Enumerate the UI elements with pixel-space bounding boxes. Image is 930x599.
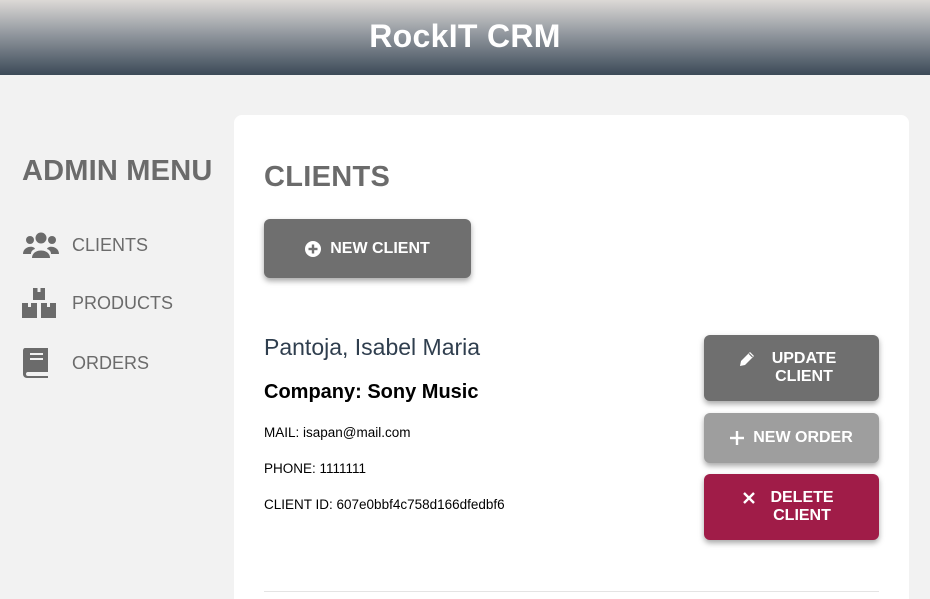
book-icon (22, 348, 60, 378)
delete-client-label: DELETE CLIENT (770, 489, 834, 524)
plus-icon (730, 431, 745, 445)
new-order-button[interactable]: NEW ORDER (704, 413, 879, 463)
sidebar-item-label: PRODUCTS (72, 292, 174, 313)
sidebar-item-orders[interactable]: ORDERS (22, 348, 149, 378)
users-icon (22, 230, 60, 260)
client-phone: PHONE: 1111111 (264, 461, 367, 476)
sidebar-item-label: CLIENTS (72, 234, 149, 255)
sidebar-item-products[interactable]: PRODUCTS (22, 288, 173, 318)
sidebar-item-label: ORDERS (72, 352, 150, 373)
plus-circle-icon (305, 240, 322, 257)
new-client-button[interactable]: NEW CLIENT (264, 219, 471, 278)
sidebar-title: ADMIN MENU (22, 155, 213, 187)
sidebar: ADMIN MENU CLIENTS PRODUCTS ORDERS (22, 155, 232, 378)
delete-client-button[interactable]: DELETE CLIENT (704, 474, 879, 540)
app-title: RockIT CRM (369, 18, 561, 54)
client-name: Pantoja, Isabel Maria (264, 334, 481, 360)
new-client-label: NEW CLIENT (330, 239, 430, 257)
client-id: CLIENT ID: 607e0bbf4c758d166dfedbf6 (264, 497, 505, 512)
client-mail: MAIL: isapan@mail.com (264, 425, 411, 440)
update-client-button[interactable]: UPDATE CLIENT (704, 335, 879, 401)
boxes-icon (22, 288, 60, 318)
pencil-icon (739, 351, 755, 367)
divider (264, 591, 879, 592)
sidebar-item-clients[interactable]: CLIENTS (22, 230, 148, 260)
clients-panel: CLIENTS NEW CLIENT Pantoja, Isabel Maria… (234, 115, 909, 599)
page-title: CLIENTS (264, 161, 391, 193)
app-header: RockIT CRM (0, 0, 930, 75)
new-order-label: NEW ORDER (753, 429, 853, 446)
close-icon (743, 492, 755, 504)
update-client-label: UPDATE CLIENT (771, 350, 837, 385)
client-company: Company: Sony Music (264, 381, 479, 403)
